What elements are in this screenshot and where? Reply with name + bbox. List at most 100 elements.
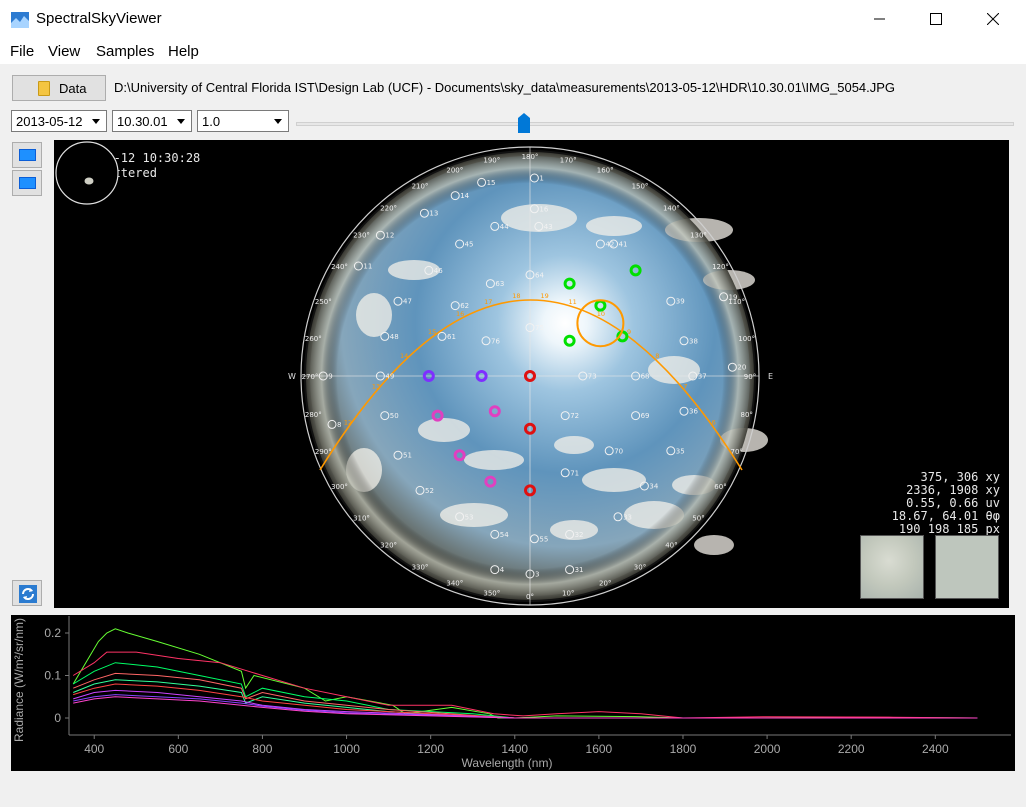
azimuth-label: 190° xyxy=(483,156,500,164)
time-select[interactable]: 10.30.01 xyxy=(112,110,192,132)
time-select-value: 10.30.01 xyxy=(117,114,168,129)
sun-path-hour-label: 17 xyxy=(484,298,492,306)
sample-point-label: 11 xyxy=(363,263,372,271)
azimuth-label: 210° xyxy=(412,183,429,191)
azimuth-label: 280° xyxy=(305,411,322,419)
sample-point-label: 1 xyxy=(539,175,543,183)
x-tick-label: 400 xyxy=(84,742,104,756)
chevron-down-icon xyxy=(177,119,185,124)
slider-handle[interactable] xyxy=(518,113,530,133)
sample-point-label: 68 xyxy=(641,373,650,381)
menu-file[interactable]: File xyxy=(10,43,34,60)
chevron-down-icon xyxy=(274,119,282,124)
app-icon xyxy=(11,12,29,28)
sample-point-label: 54 xyxy=(500,531,509,539)
sample-point-label: 4 xyxy=(500,566,505,574)
azimuth-label: 260° xyxy=(305,335,322,343)
refresh-icon xyxy=(19,585,37,603)
sample-point-label: 55 xyxy=(539,535,548,543)
sun-path-hour-label: 14 xyxy=(400,352,408,360)
azimuth-label: 0° xyxy=(526,593,534,601)
azimuth-label: 80° xyxy=(740,411,752,419)
menu-samples[interactable]: Samples xyxy=(96,43,154,60)
azimuth-label: 60° xyxy=(714,483,726,491)
sun-path-hour-label: 16 xyxy=(456,310,464,318)
y-tick-label: 0.2 xyxy=(44,626,61,640)
monitor-icon xyxy=(19,177,36,189)
sample-point-label: 8 xyxy=(337,421,341,429)
x-tick-label: 1000 xyxy=(333,742,360,756)
sample-point-label: 73 xyxy=(588,373,597,381)
compass-west: W xyxy=(288,372,296,381)
azimuth-label: 150° xyxy=(632,183,649,191)
x-tick-label: 2000 xyxy=(754,742,781,756)
window-title: SpectralSkyViewer xyxy=(36,10,162,27)
azimuth-label: 300° xyxy=(331,483,348,491)
sample-patch-preview xyxy=(860,535,924,599)
sample-point-label: 41 xyxy=(619,241,628,249)
spectrum-plot[interactable]: 400 600 800 1000 1200 1400 1600 1800 2000 2200 240… xyxy=(11,615,1015,771)
menu-bar: File View Samples Help xyxy=(0,38,1026,64)
minimize-button[interactable] xyxy=(857,0,903,38)
date-select[interactable]: 2013-05-12 xyxy=(11,110,107,132)
x-tick-label: 1400 xyxy=(501,742,528,756)
sample-point-label: 61 xyxy=(447,333,456,341)
sample-point-label: 20 xyxy=(737,364,746,372)
sample-point-label: 72 xyxy=(570,412,579,420)
spectrum-series xyxy=(72,628,978,719)
exposure-select[interactable]: 1.0 xyxy=(197,110,289,132)
sample-color-swatch xyxy=(935,535,999,599)
azimuth-label: 270° xyxy=(302,373,319,381)
azimuth-label: 50° xyxy=(692,514,704,522)
monitor-icon xyxy=(19,149,36,161)
sample-point-label: 49 xyxy=(385,373,394,381)
sample-point-label: 51 xyxy=(403,452,412,460)
sample-point-label: 9 xyxy=(328,373,332,381)
azimuth-label: 240° xyxy=(331,263,348,271)
sample-point-label: 44 xyxy=(500,223,509,231)
close-icon xyxy=(987,13,999,25)
azimuth-label: 230° xyxy=(353,232,370,240)
azimuth-label: 310° xyxy=(353,514,370,522)
sample-point-label: 38 xyxy=(689,337,698,345)
sample-point-label: 36 xyxy=(689,408,698,416)
y-tick-label: 0 xyxy=(54,711,61,725)
sample-point-label: 31 xyxy=(575,566,584,574)
spectrum-series-line xyxy=(72,662,978,719)
menu-view[interactable]: View xyxy=(48,43,80,60)
sample-point-label: 69 xyxy=(641,412,650,420)
title-bar: SpectralSkyViewer xyxy=(0,0,1026,38)
view-button-2[interactable] xyxy=(12,170,42,196)
maximize-button[interactable] xyxy=(913,0,959,38)
sun-path-hour-label: 7 xyxy=(683,382,687,390)
close-button[interactable] xyxy=(970,0,1016,38)
pixel-readout: 375, 306 xy 2336, 1908 xy 0.55, 0.66 uv … xyxy=(892,471,1000,536)
data-button[interactable]: Data xyxy=(12,75,106,101)
sample-point-label: 62 xyxy=(460,302,469,310)
azimuth-label: 320° xyxy=(380,542,397,550)
x-tick-label: 800 xyxy=(252,742,272,756)
sample-point-label: 50 xyxy=(390,412,399,420)
sample-point-label: 46 xyxy=(434,267,443,275)
sky-view[interactable]: 180° 170° 160° 150° 140° 130° 120° 110° 100° 90° 8… xyxy=(54,140,1009,608)
azimuth-label: 120° xyxy=(712,263,729,271)
x-tick-label: 1600 xyxy=(586,742,613,756)
maximize-icon xyxy=(930,13,942,25)
view-button-1[interactable] xyxy=(12,142,42,168)
sample-point-label: 52 xyxy=(425,487,434,495)
spectrum-series-line xyxy=(73,672,978,719)
sample-point-label: 39 xyxy=(676,298,685,306)
azimuth-label: 140° xyxy=(663,205,680,213)
menu-help[interactable]: Help xyxy=(168,43,199,60)
spectrum-series-line xyxy=(73,679,978,719)
spectrum-chart[interactable]: 400 600 800 1000 1200 1400 1600 1800 2000 2200 240… xyxy=(11,615,1015,771)
azimuth-label: 40° xyxy=(665,542,677,550)
sample-point-label: 35 xyxy=(676,447,685,455)
refresh-button[interactable] xyxy=(12,580,42,606)
azimuth-label: 340° xyxy=(446,580,463,588)
capture-slider[interactable] xyxy=(296,122,1014,126)
data-button-label: Data xyxy=(59,81,87,96)
sun-path-hour-label: 11 xyxy=(569,298,577,306)
azimuth-label: 30° xyxy=(634,564,646,572)
sample-point-label: 12 xyxy=(385,232,394,240)
